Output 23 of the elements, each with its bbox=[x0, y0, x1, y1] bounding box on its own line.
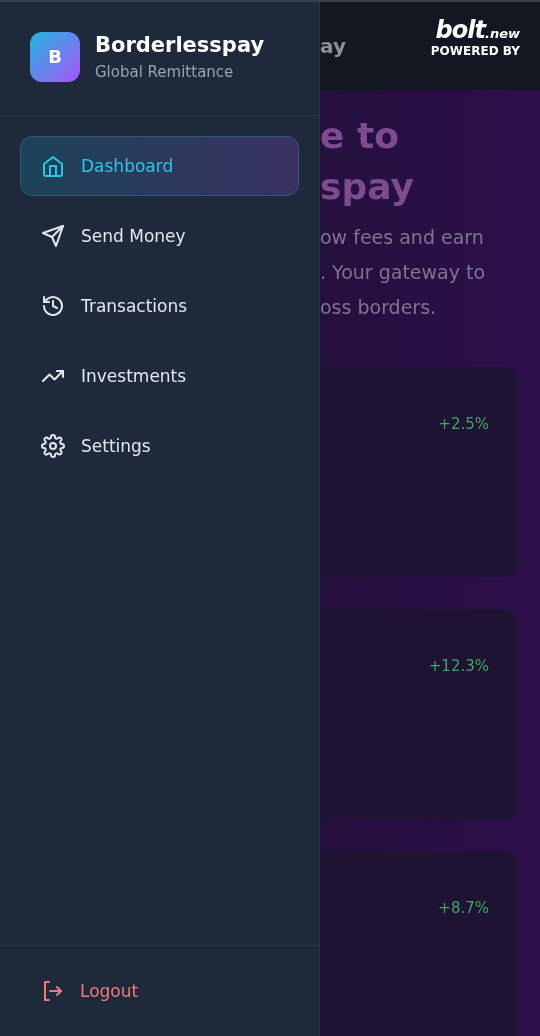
nav-item[interactable]: Settings bbox=[20, 416, 299, 476]
change-percent: +2.5% bbox=[438, 415, 489, 433]
logout-button[interactable]: Logout bbox=[40, 979, 139, 1003]
intro-text: oss borders. bbox=[320, 295, 438, 320]
app-subtitle: Global Remittance bbox=[95, 62, 235, 81]
send-icon bbox=[41, 224, 65, 248]
hero-title: spay bbox=[320, 165, 415, 209]
hero-title: e to bbox=[320, 114, 400, 158]
nav-item[interactable]: Dashboard bbox=[20, 136, 299, 196]
header-title: ay bbox=[320, 34, 346, 58]
nav-item[interactable]: Transactions bbox=[20, 276, 299, 336]
home-icon bbox=[41, 154, 65, 178]
intro-text: ow fees and earn bbox=[320, 225, 485, 250]
bolt-badge[interactable]: bolt.new POWERED BY bbox=[430, 16, 520, 58]
nav-item[interactable]: Send Money bbox=[20, 206, 299, 266]
history-icon bbox=[41, 294, 65, 318]
settings-icon bbox=[41, 434, 65, 458]
intro-text: . Your gateway to bbox=[320, 260, 487, 285]
change-percent: +8.7% bbox=[438, 899, 489, 917]
nav-item[interactable]: Investments bbox=[20, 346, 299, 406]
app-name: Borderlesspay bbox=[95, 32, 265, 57]
logo-badge: B bbox=[30, 31, 80, 82]
change-percent: +12.3% bbox=[428, 657, 489, 675]
